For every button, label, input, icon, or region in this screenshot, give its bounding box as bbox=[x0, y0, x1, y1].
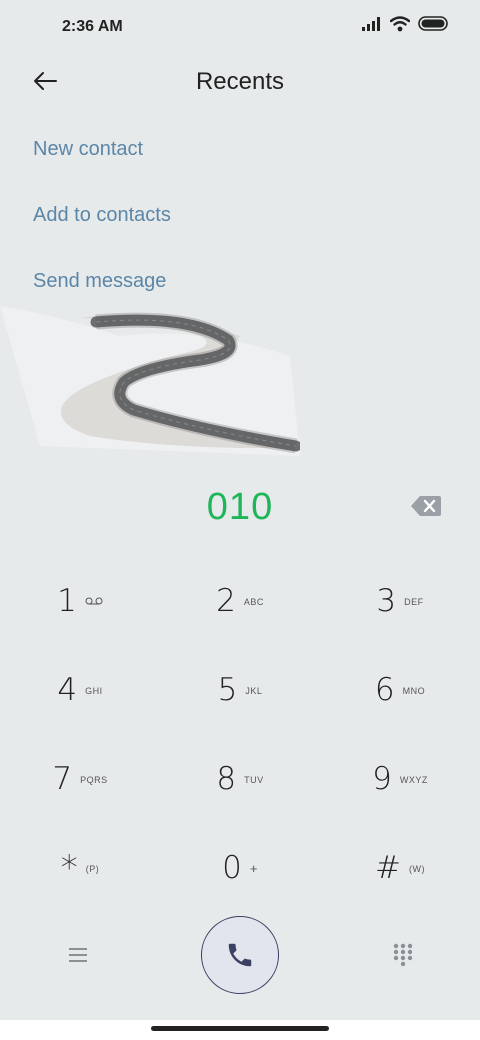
call-button[interactable] bbox=[201, 916, 279, 994]
key-letters: TUV bbox=[244, 774, 264, 785]
key-digit: 3 bbox=[376, 582, 397, 619]
backspace-icon[interactable] bbox=[410, 494, 442, 518]
key-digit: 1 bbox=[57, 582, 77, 619]
road-illustration bbox=[0, 306, 300, 456]
key-digit: 2 bbox=[216, 582, 236, 619]
battery-icon bbox=[418, 16, 448, 31]
wifi-icon bbox=[390, 16, 410, 32]
key-letters: WXYZ bbox=[399, 774, 428, 785]
voicemail-icon bbox=[85, 597, 103, 604]
navigation-bar bbox=[0, 1020, 480, 1040]
signal-icon bbox=[362, 17, 380, 31]
key-1[interactable]: 1 bbox=[0, 556, 160, 645]
status-icons bbox=[362, 16, 450, 32]
key-star[interactable]: * (P) bbox=[0, 823, 160, 912]
status-bar: 2:36 AM bbox=[0, 0, 480, 56]
key-7[interactable]: 7 PQRS bbox=[0, 734, 160, 823]
home-indicator[interactable] bbox=[151, 1026, 329, 1031]
key-digit: 5 bbox=[217, 671, 238, 708]
key-9[interactable]: 9 WXYZ bbox=[320, 734, 480, 823]
key-digit: 8 bbox=[216, 760, 237, 797]
key-letters: ABC bbox=[243, 596, 264, 607]
key-digit: 7 bbox=[52, 760, 73, 797]
key-digit: 0 bbox=[222, 849, 242, 886]
key-letters: (W) bbox=[408, 863, 425, 874]
key-hash[interactable]: # (W) bbox=[320, 823, 480, 912]
key-letters: JKL bbox=[245, 685, 263, 696]
key-digit: 6 bbox=[374, 671, 395, 708]
header: Recents bbox=[0, 56, 480, 108]
key-digit: 9 bbox=[372, 760, 392, 797]
key-letters: (P) bbox=[85, 863, 100, 874]
key-letters: DEF bbox=[404, 596, 424, 607]
dialpad-button[interactable] bbox=[390, 942, 416, 968]
page-title: Recents bbox=[195, 68, 285, 95]
key-letters: GHI bbox=[85, 685, 103, 696]
status-time: 2:36 AM bbox=[62, 18, 123, 35]
phone-icon bbox=[228, 943, 252, 967]
dialed-number: 010 bbox=[206, 486, 274, 528]
dialpad-icon bbox=[393, 943, 413, 967]
key-8[interactable]: 8 TUV bbox=[160, 734, 320, 823]
new-contact-link[interactable]: New contact bbox=[33, 138, 143, 161]
menu-icon bbox=[69, 948, 87, 962]
key-digit: * bbox=[60, 847, 78, 888]
key-0[interactable]: 0 + bbox=[160, 823, 320, 912]
key-digit: # bbox=[375, 849, 401, 886]
key-3[interactable]: 3 DEF bbox=[320, 556, 480, 645]
bottom-controls bbox=[0, 916, 480, 996]
send-message-link[interactable]: Send message bbox=[33, 270, 166, 293]
add-to-contacts-link[interactable]: Add to contacts bbox=[33, 204, 171, 227]
key-4[interactable]: 4 GHI bbox=[0, 645, 160, 734]
key-5[interactable]: 5 JKL bbox=[160, 645, 320, 734]
key-2[interactable]: 2 ABC bbox=[160, 556, 320, 645]
key-letters: MNO bbox=[402, 685, 426, 696]
key-digit: 4 bbox=[57, 671, 78, 708]
key-6[interactable]: 6 MNO bbox=[320, 645, 480, 734]
key-letters: + bbox=[249, 861, 258, 876]
menu-button[interactable] bbox=[64, 942, 92, 968]
key-letters: PQRS bbox=[80, 774, 108, 785]
